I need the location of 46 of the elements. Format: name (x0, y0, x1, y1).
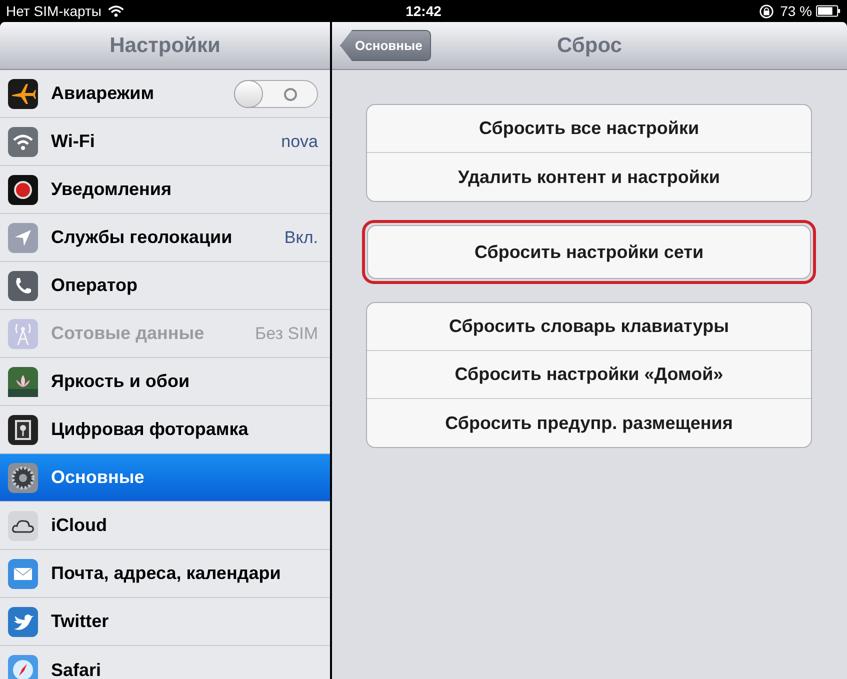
app-icon (8, 462, 38, 492)
item-value: nova (281, 130, 318, 153)
back-button[interactable]: Основные (340, 30, 432, 61)
app-icon (8, 78, 38, 108)
item-label: iCloud (51, 514, 107, 537)
item-label: Яркость и обои (51, 370, 190, 393)
app-icon (8, 558, 38, 588)
app-icon (8, 655, 38, 679)
app-icon (8, 222, 38, 252)
item-label: Twitter (51, 610, 109, 633)
reset-button[interactable]: Сбросить настройки «Домой» (367, 351, 811, 399)
item-label: Основные (51, 466, 144, 489)
item-label: Safari (51, 658, 102, 679)
clock-text: 12:42 (406, 2, 442, 20)
item-label: Оператор (51, 274, 138, 297)
item-label: Цифровая фоторамка (51, 418, 248, 441)
reset-button[interactable]: Сбросить предупр. размещения (367, 399, 811, 447)
item-label: Почта, адреса, календари (51, 562, 281, 585)
reset-button[interactable]: Сбросить настройки сети (368, 226, 810, 278)
toggle-switch[interactable] (234, 80, 318, 108)
wifi-icon (107, 4, 126, 18)
app-icon (8, 414, 38, 444)
app-icon (8, 270, 38, 300)
rotation-lock-icon (759, 4, 774, 18)
app-icon (8, 318, 38, 348)
detail-title: Сброс (557, 32, 622, 59)
item-label: Авиарежим (51, 82, 154, 105)
app-icon (8, 174, 38, 204)
reset-button[interactable]: Сбросить все настройки (367, 105, 811, 153)
item-label: Wi-Fi (51, 130, 95, 153)
battery-percent: 73 % (780, 2, 812, 20)
item-label: Сотовые данные (51, 322, 204, 345)
item-label: Службы геолокации (51, 226, 232, 249)
carrier-text: Нет SIM-карты (6, 2, 102, 21)
app-icon (8, 510, 38, 540)
app-icon (8, 366, 38, 396)
reset-button[interactable]: Удалить контент и настройки (367, 153, 811, 201)
sidebar-title: Настройки (110, 32, 220, 59)
battery-icon (816, 5, 841, 17)
app-icon (8, 606, 38, 636)
item-label: Уведомления (51, 178, 172, 201)
sidebar-item[interactable]: Основные (0, 454, 330, 502)
reset-button[interactable]: Сбросить словарь клавиатуры (367, 303, 811, 351)
item-value: Вкл. (284, 226, 318, 249)
app-icon (8, 126, 38, 156)
item-value: Без SIM (255, 322, 318, 345)
